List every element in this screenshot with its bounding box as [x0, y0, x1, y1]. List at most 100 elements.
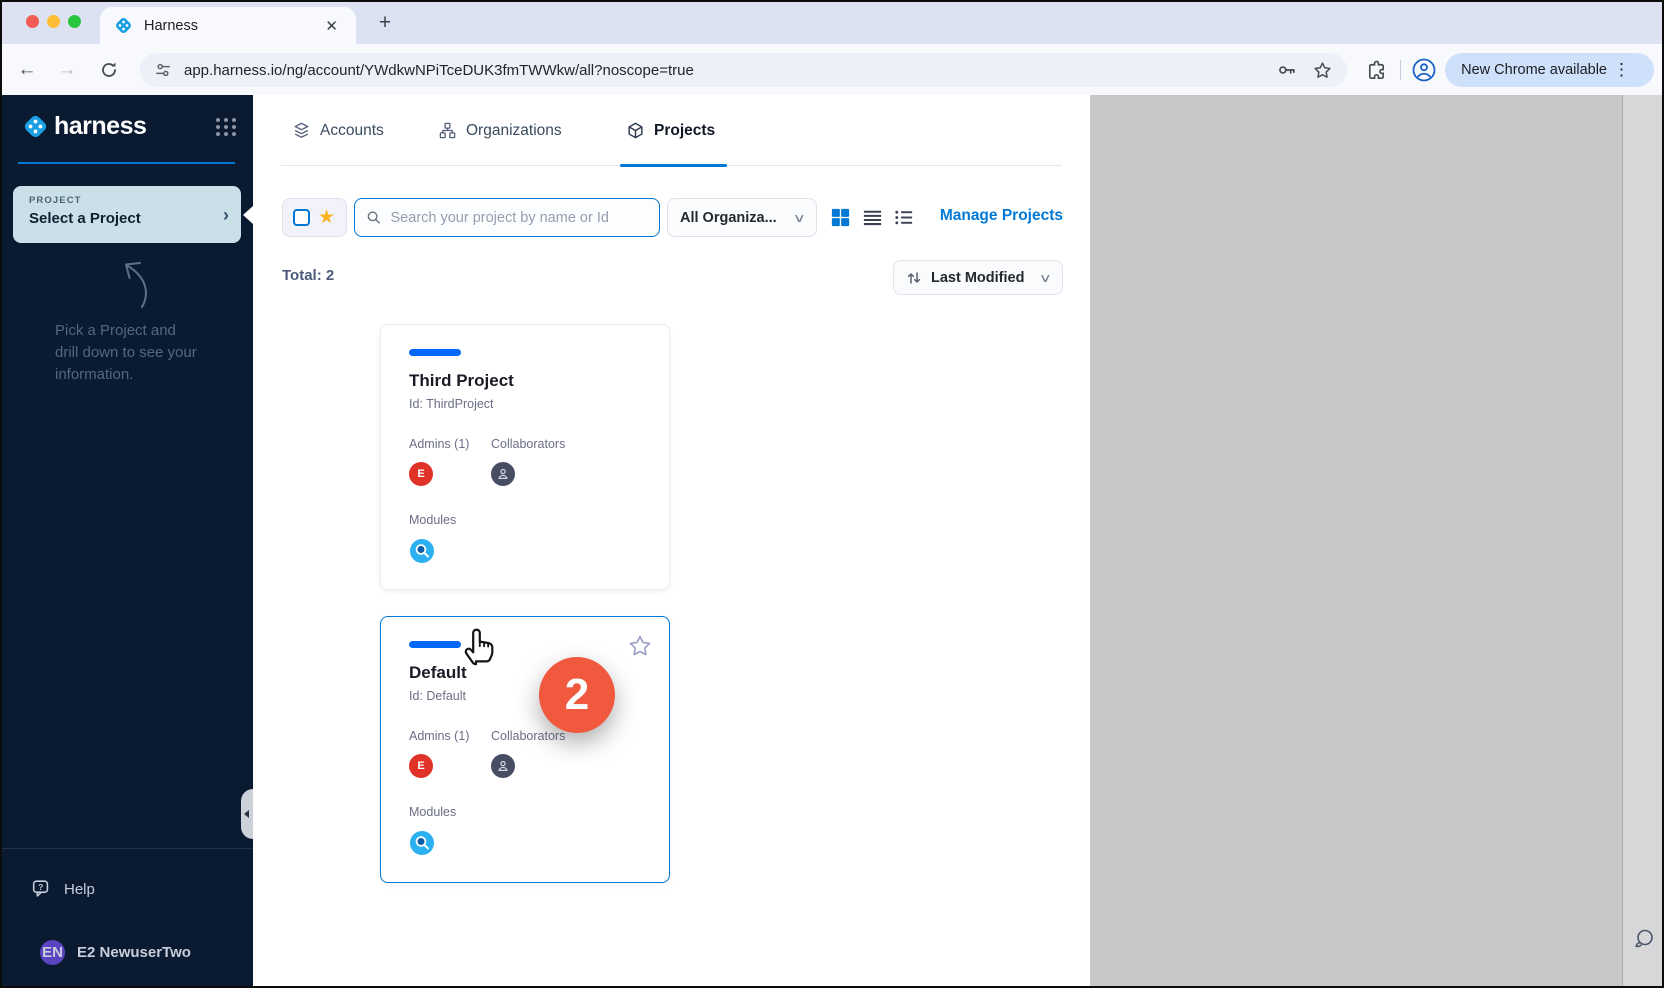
browser-menu-icon[interactable]: ⋮ [1613, 60, 1630, 80]
project-selector[interactable]: PROJECT Select a Project › [13, 186, 241, 243]
help-label: Help [64, 881, 95, 898]
chevron-down-icon: ∨ [1039, 271, 1052, 285]
harness-sidebar: harness PROJECT Select a Project › Pick … [0, 95, 253, 988]
hand-cursor-icon [460, 621, 504, 669]
favorites-checkbox[interactable] [293, 209, 310, 226]
app-root: Harness ✕ + ← → app.harness.io/ng/accoun… [0, 0, 1664, 988]
tab-organizations[interactable]: Organizations [438, 95, 562, 166]
accounts-icon [292, 121, 311, 140]
password-key-icon[interactable] [1276, 59, 1298, 81]
toolbar-right-cluster: New Chrome available ⋮ [1365, 53, 1654, 87]
modules-label: Modules [409, 805, 456, 819]
admins-label: Admins (1) [409, 729, 469, 743]
user-item[interactable]: EN E2 NewuserTwo [28, 940, 191, 965]
annotation-step-badge: 2 [539, 657, 615, 733]
sort-value: Last Modified [931, 270, 1041, 286]
project-id: Id: Default [409, 689, 466, 703]
tab-title: Harness [144, 18, 321, 34]
scope-tabs: Accounts Organizations Projects [281, 95, 1062, 166]
projects-icon [626, 121, 645, 140]
profile-icon[interactable] [1411, 57, 1437, 83]
chevron-down-icon: ∨ [793, 211, 806, 225]
sort-arrows-icon [906, 270, 922, 286]
sidebar-accent-rule [18, 162, 235, 164]
extensions-icon[interactable] [1365, 59, 1388, 82]
chat-help-icon[interactable] [1631, 926, 1657, 952]
collaborator-invite-icon[interactable] [491, 754, 515, 778]
selector-pointer-notch [243, 206, 253, 224]
search-box [354, 198, 660, 237]
project-title: Default [409, 663, 467, 683]
back-icon[interactable]: ← [14, 59, 40, 81]
organization-filter-value: All Organiza... [680, 210, 795, 226]
favorites-filter: ★ [282, 198, 347, 237]
sidebar-divider [0, 848, 253, 849]
favorite-star-icon[interactable]: ★ [318, 208, 335, 227]
tab-close-icon[interactable]: ✕ [321, 15, 342, 37]
window-zoom-button[interactable] [68, 15, 81, 28]
manage-projects-link[interactable]: Manage Projects [940, 207, 1063, 225]
project-card-third-project[interactable]: Third Project Id: ThirdProject Admins (1… [380, 324, 670, 590]
bookmark-star-icon[interactable] [1312, 60, 1333, 81]
search-icon [366, 209, 382, 226]
app-switcher-icon[interactable] [216, 118, 237, 136]
module-icon[interactable] [409, 538, 435, 564]
tab-accounts[interactable]: Accounts [292, 95, 384, 166]
organizations-icon [438, 121, 457, 140]
search-input[interactable] [391, 210, 648, 226]
module-icon[interactable] [409, 830, 435, 856]
address-bar[interactable]: app.harness.io/ng/account/YWdkwNPiTceDUK… [140, 53, 1347, 87]
svg-text:?: ? [38, 883, 43, 892]
project-title: Third Project [409, 371, 514, 391]
browser-tab-strip: Harness ✕ + [0, 0, 1664, 44]
curved-arrow-icon [100, 253, 158, 313]
toolbar-divider [1400, 60, 1401, 80]
collaborators-label: Collaborators [491, 437, 565, 451]
help-item[interactable]: ? Help [30, 878, 95, 900]
new-tab-button[interactable]: + [372, 10, 398, 36]
site-settings-icon[interactable] [154, 61, 172, 79]
project-id: Id: ThirdProject [409, 397, 494, 411]
user-name: E2 NewuserTwo [77, 944, 191, 961]
harness-logo: harness [22, 112, 237, 141]
active-tab-indicator [620, 164, 727, 167]
grid-view-icon[interactable] [829, 206, 852, 229]
empty-gray-pane [1090, 95, 1622, 988]
list-view-icon[interactable] [861, 206, 884, 229]
window-close-button[interactable] [26, 15, 39, 28]
user-avatar: EN [40, 940, 65, 965]
url-text[interactable]: app.harness.io/ng/account/YWdkwNPiTceDUK… [184, 62, 1262, 79]
compact-list-view-icon[interactable] [892, 206, 915, 229]
tab-projects[interactable]: Projects [626, 95, 715, 166]
organization-filter-dropdown[interactable]: All Organiza... ∨ [667, 198, 817, 237]
main-content: Accounts Organizations Projects ★ [253, 95, 1090, 988]
browser-tab[interactable]: Harness ✕ [100, 7, 356, 44]
reload-icon[interactable] [96, 60, 122, 80]
sort-dropdown[interactable]: Last Modified ∨ [893, 260, 1063, 295]
card-accent-bar [409, 641, 461, 648]
total-count: Total: 2 [282, 267, 334, 284]
logo-text: harness [54, 112, 216, 141]
harness-logo-icon [22, 113, 49, 140]
modules-label: Modules [409, 513, 456, 527]
project-selector-label: PROJECT [29, 195, 227, 206]
browser-toolbar: ← → app.harness.io/ng/account/YWdkwNPiTc… [0, 44, 1664, 95]
filter-row: ★ All Organiza... ∨ Manage Pr [253, 198, 1090, 237]
project-selector-value: Select a Project [29, 210, 227, 227]
collaborator-invite-icon[interactable] [491, 462, 515, 486]
forward-icon[interactable]: → [54, 59, 80, 81]
sidebar-collapse-handle[interactable] [241, 789, 253, 839]
chevron-right-icon: › [223, 205, 229, 226]
admin-avatar[interactable]: E [409, 462, 433, 486]
project-card-default[interactable]: Default Id: Default Admins (1) Collabora… [380, 616, 670, 883]
favorite-star-outline-icon[interactable] [627, 633, 653, 659]
admin-avatar[interactable]: E [409, 754, 433, 778]
new-chrome-button[interactable]: New Chrome available ⋮ [1445, 53, 1654, 87]
sidebar-hint-text: Pick a Project and drill down to see you… [55, 320, 215, 386]
help-chat-icon: ? [30, 878, 52, 900]
card-accent-bar [409, 349, 461, 356]
window-minimize-button[interactable] [47, 15, 60, 28]
harness-favicon-icon [114, 16, 133, 35]
admins-label: Admins (1) [409, 437, 469, 451]
right-side-rail [1622, 95, 1664, 988]
